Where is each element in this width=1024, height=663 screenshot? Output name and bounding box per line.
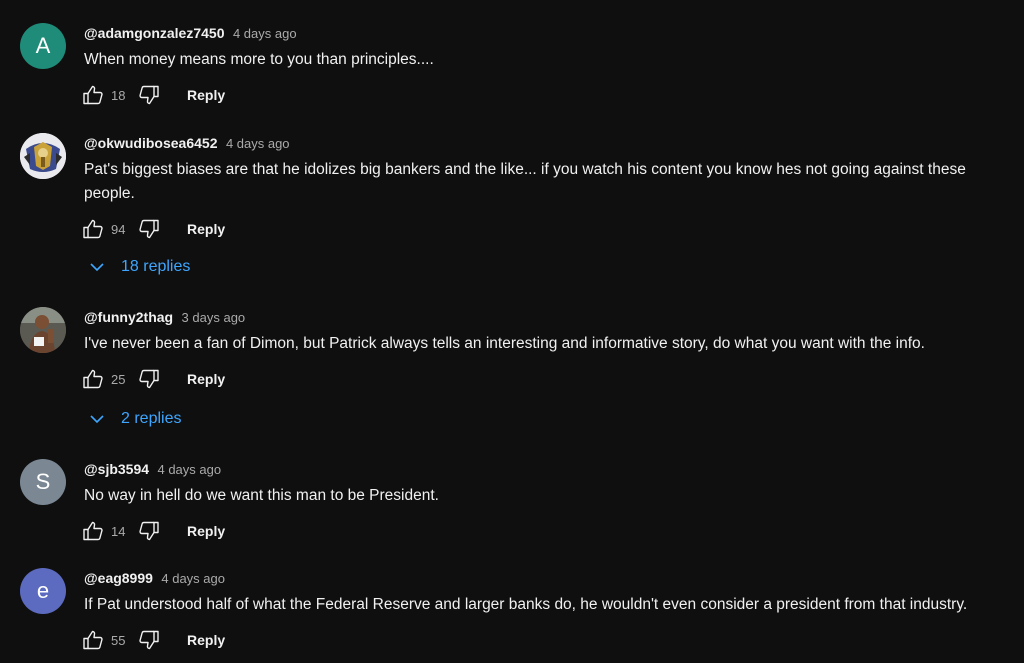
- comment-timestamp[interactable]: 3 days ago: [182, 310, 246, 325]
- comment-body: @funny2thag 3 days ago I've never been a…: [81, 307, 1014, 392]
- like-count: 55: [111, 632, 126, 648]
- comment-text: Pat's biggest biases are that he idolize…: [84, 161, 966, 202]
- comment-body: @eag8999 4 days ago If Pat understood ha…: [81, 568, 1014, 653]
- like-count: 94: [111, 221, 126, 237]
- comment-timestamp[interactable]: 4 days ago: [233, 26, 297, 41]
- like-count: 18: [111, 87, 126, 103]
- comment-header: @sjb3594 4 days ago: [84, 459, 1014, 479]
- dislike-button[interactable]: [137, 83, 161, 107]
- like-count: 14: [111, 523, 126, 539]
- comment-header: @funny2thag 3 days ago: [84, 307, 1014, 327]
- comment-actions: 18 Reply: [81, 82, 1014, 108]
- thumbs-up-icon: [83, 521, 103, 541]
- avatar[interactable]: [20, 307, 66, 353]
- like-button[interactable]: [81, 367, 105, 391]
- comment-header: @eag8999 4 days ago: [84, 568, 1014, 588]
- dislike-button[interactable]: [137, 367, 161, 391]
- comment-body: @okwudibosea6452 4 days ago Pat's bigges…: [81, 133, 1014, 242]
- author-handle[interactable]: @okwudibosea6452: [84, 135, 217, 151]
- comment-text: When money means more to you than princi…: [84, 51, 434, 68]
- author-handle[interactable]: @eag8999: [84, 570, 153, 586]
- thumbs-up-icon: [83, 85, 103, 105]
- avatar-letter: S: [35, 469, 51, 494]
- like-button[interactable]: [81, 83, 105, 107]
- view-replies-button[interactable]: 2 replies: [84, 409, 181, 429]
- dislike-button[interactable]: [137, 217, 161, 241]
- like-button[interactable]: [81, 519, 105, 543]
- avatar[interactable]: [20, 133, 66, 179]
- comment-body: @sjb3594 4 days ago No way in hell do we…: [81, 459, 1014, 544]
- thumbs-up-icon: [83, 219, 103, 239]
- dislike-button[interactable]: [137, 628, 161, 652]
- replies-count-label: 2 replies: [121, 410, 182, 427]
- reply-button[interactable]: Reply: [187, 221, 225, 237]
- thumbs-up-icon: [83, 630, 103, 650]
- author-handle[interactable]: @adamgonzalez7450: [84, 25, 225, 41]
- avatar-letter: e: [36, 578, 50, 603]
- view-replies-button[interactable]: 18 replies: [84, 257, 190, 277]
- comment-actions: 14 Reply: [81, 518, 1014, 544]
- reply-button[interactable]: Reply: [187, 87, 225, 103]
- thumbs-down-icon: [139, 219, 159, 239]
- comment-timestamp[interactable]: 4 days ago: [226, 136, 290, 151]
- reply-button[interactable]: Reply: [187, 371, 225, 387]
- like-button[interactable]: [81, 217, 105, 241]
- comment-body: @adamgonzalez7450 4 days ago When money …: [81, 23, 1014, 108]
- comment-timestamp[interactable]: 4 days ago: [161, 571, 225, 586]
- comment-timestamp[interactable]: 4 days ago: [157, 462, 221, 477]
- like-button[interactable]: [81, 628, 105, 652]
- comment-text: If Pat understood half of what the Feder…: [84, 596, 968, 613]
- reply-button[interactable]: Reply: [187, 632, 225, 648]
- thumbs-down-icon: [139, 630, 159, 650]
- chevron-down-icon: [90, 415, 104, 424]
- comment-actions: 55 Reply: [81, 627, 1014, 653]
- thumbs-down-icon: [139, 369, 159, 389]
- author-handle[interactable]: @sjb3594: [84, 461, 149, 477]
- comment-actions: 25 Reply: [81, 366, 1014, 392]
- comment-header: @adamgonzalez7450 4 days ago: [84, 23, 1014, 43]
- comment-actions: 94 Reply: [81, 216, 1014, 242]
- emblem-photo-avatar-icon: [20, 133, 66, 179]
- comment-text: I've never been a fan of Dimon, but Patr…: [84, 335, 925, 352]
- reply-button[interactable]: Reply: [187, 523, 225, 539]
- dislike-button[interactable]: [137, 519, 161, 543]
- thumbs-down-icon: [139, 521, 159, 541]
- avatar[interactable]: A: [20, 23, 66, 69]
- author-handle[interactable]: @funny2thag: [84, 309, 173, 325]
- like-count: 25: [111, 371, 126, 387]
- avatar[interactable]: S: [20, 459, 66, 505]
- comment-header: @okwudibosea6452 4 days ago: [84, 133, 1014, 153]
- avatar-letter: A: [35, 33, 51, 58]
- chevron-down-icon: [90, 263, 104, 272]
- thumbs-up-icon: [83, 369, 103, 389]
- avatar[interactable]: e: [20, 568, 66, 614]
- comment-text: No way in hell do we want this man to be…: [84, 487, 439, 504]
- replies-count-label: 18 replies: [121, 258, 191, 275]
- thumbs-down-icon: [139, 85, 159, 105]
- person-photo-avatar-icon: [20, 307, 66, 353]
